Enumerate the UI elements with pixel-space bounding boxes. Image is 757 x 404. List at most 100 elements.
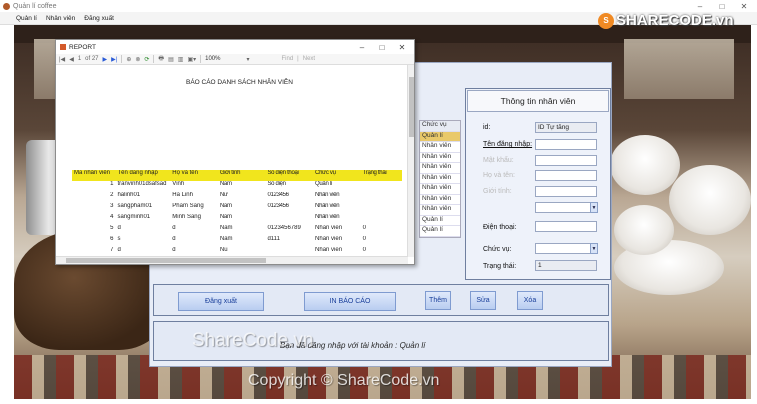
report-row: 3 sangpham01 Pham Sang Nam 0123456 Nhân viên (72, 203, 402, 214)
report-cell: 3 (110, 203, 114, 209)
report-titlebar: REPORT – □ ✕ (56, 40, 414, 54)
print-report-button[interactable]: IN BÁO CÁO (304, 292, 396, 311)
report-col-header: Chức vụ (313, 170, 361, 181)
toolbar-separator (121, 55, 123, 63)
report-cell: Nam (219, 225, 233, 231)
report-row: 5 d d Nam 0123456789 Nhan vien 0 (72, 225, 402, 236)
report-close-button[interactable]: ✕ (392, 40, 412, 54)
prev-page-icon[interactable]: ◀ (69, 56, 74, 63)
find-input[interactable]: Find (282, 56, 294, 62)
page-setup-icon[interactable]: ▥ (178, 56, 184, 63)
report-cell: 0 (362, 236, 366, 242)
report-col-header: Mã nhân viên (72, 170, 116, 181)
role-select[interactable] (535, 243, 591, 254)
report-heading: BÁO CÁO DANH SÁCH NHÂN VIÊN (186, 79, 293, 86)
grid-cell[interactable]: Nhân viên (420, 195, 460, 205)
grid-cell[interactable]: Nhân viên (420, 174, 460, 184)
copyright-watermark: Copyright © ShareCode.vn (248, 372, 440, 389)
phone-label: Điện thoại: (483, 224, 517, 231)
report-table: Mã nhân viên Tên đăng nhập Họ và tên Giớ… (72, 170, 402, 257)
report-cell: Nhân viên (315, 214, 340, 220)
report-cell: Nam (219, 236, 233, 242)
background-cup (610, 135, 680, 195)
grid-cell[interactable]: Quản lí (420, 216, 460, 226)
edit-button[interactable]: Sửa (470, 291, 496, 310)
print-icon[interactable]: 🖶 (158, 54, 164, 64)
find-next-link[interactable]: Next (303, 56, 315, 62)
next-page-icon[interactable]: ▶ (103, 56, 108, 63)
window-controls: – □ ✕ (689, 0, 755, 12)
report-cell: d (172, 236, 176, 242)
fullname-field[interactable] (535, 170, 597, 181)
report-maximize-button[interactable]: □ (372, 40, 392, 54)
coffee-app-icon (3, 2, 10, 10)
gender-label: Giới tính: (483, 188, 512, 195)
page-number[interactable]: 1 (78, 56, 81, 62)
employee-info-title: Thông tin nhân viên (467, 90, 609, 112)
report-cell: tranvinh01dsafsad (117, 181, 167, 187)
add-button[interactable]: Thêm (425, 291, 451, 310)
background-window (624, 39, 734, 99)
menu-quan-li[interactable]: Quản lí (16, 15, 37, 22)
scroll-thumb[interactable] (66, 258, 266, 263)
grid-cell[interactable]: Nhân viên (420, 142, 460, 153)
back-icon[interactable]: ⊕ (126, 56, 131, 63)
grid-cell[interactable]: Quản lí (420, 226, 460, 237)
report-vertical-scrollbar[interactable] (407, 65, 414, 257)
fullname-label: Họ và tên: (483, 172, 515, 179)
grid-cell[interactable]: Quản lí (420, 131, 460, 142)
logout-button[interactable]: Đăng xuất (178, 292, 264, 311)
stop-icon[interactable]: ⊗ (135, 56, 140, 63)
report-cell: Nhan vien (315, 225, 343, 231)
gender-select[interactable] (535, 202, 591, 213)
menu-dang-xuat[interactable]: Đăng xuất (84, 15, 114, 22)
print-layout-icon[interactable]: ▤ (168, 56, 174, 63)
menu-nhan-vien[interactable]: Nhân viên (46, 15, 75, 22)
report-cell: Nam (219, 203, 232, 209)
chevron-down-icon[interactable]: ▼ (590, 243, 598, 254)
report-cell: Số điện (267, 181, 286, 187)
close-button[interactable]: ✕ (733, 0, 755, 12)
last-page-icon[interactable]: ▶| (111, 56, 117, 63)
report-cell: Minh Sang (172, 214, 201, 220)
report-cell: Quản lí (315, 181, 333, 187)
password-field[interactable] (535, 155, 597, 166)
password-label: Mật khẩu: (483, 157, 514, 164)
grid-header-role: Chức vụ (420, 121, 460, 132)
report-cell: Nam (219, 181, 232, 187)
toolbar-separator (153, 55, 155, 63)
sharecode-logo-icon: S (598, 12, 614, 29)
zoom-select[interactable]: 100% (205, 56, 220, 62)
grid-cell[interactable]: Nhân viên (420, 184, 460, 195)
report-window-controls: – □ ✕ (352, 40, 412, 54)
gender-combo[interactable] (535, 186, 597, 197)
report-cell (361, 203, 402, 214)
refresh-icon[interactable]: ⟳ (144, 56, 149, 63)
report-cell: 2 (110, 192, 114, 198)
chevron-down-icon[interactable]: ▼ (590, 202, 598, 213)
zoom-chevron-icon[interactable]: ▾ (246, 56, 249, 63)
maximize-button[interactable]: □ (711, 0, 733, 12)
id-field: ID Tự tăng (535, 122, 597, 133)
grid-cell[interactable]: Nhân viên (420, 163, 460, 174)
scroll-thumb[interactable] (409, 77, 414, 137)
employee-grid[interactable]: Chức vụ Quản lí Nhân viên Nhân viên Nhân… (419, 120, 461, 238)
phone-field[interactable] (535, 221, 597, 232)
grid-cell[interactable]: Nhân viên (420, 153, 460, 163)
status-field: 1 (535, 260, 597, 271)
export-icon[interactable]: ▣▾ (187, 56, 196, 63)
report-horizontal-scrollbar[interactable] (56, 256, 408, 264)
report-cell (265, 214, 313, 225)
username-field[interactable] (535, 139, 597, 150)
report-cell: Ha Linh (172, 192, 193, 198)
report-cell: Nhân viên (315, 192, 340, 198)
report-cell: d111 (267, 236, 280, 242)
first-page-icon[interactable]: |◀ (59, 56, 65, 63)
grid-cell[interactable]: Nhân viên (420, 205, 460, 216)
background-cup (614, 205, 674, 255)
report-minimize-button[interactable]: – (352, 40, 372, 54)
minimize-button[interactable]: – (689, 0, 711, 12)
report-cell: Nhân viên (315, 203, 340, 209)
report-cell: 0 (362, 225, 366, 231)
delete-button[interactable]: Xóa (517, 291, 543, 310)
